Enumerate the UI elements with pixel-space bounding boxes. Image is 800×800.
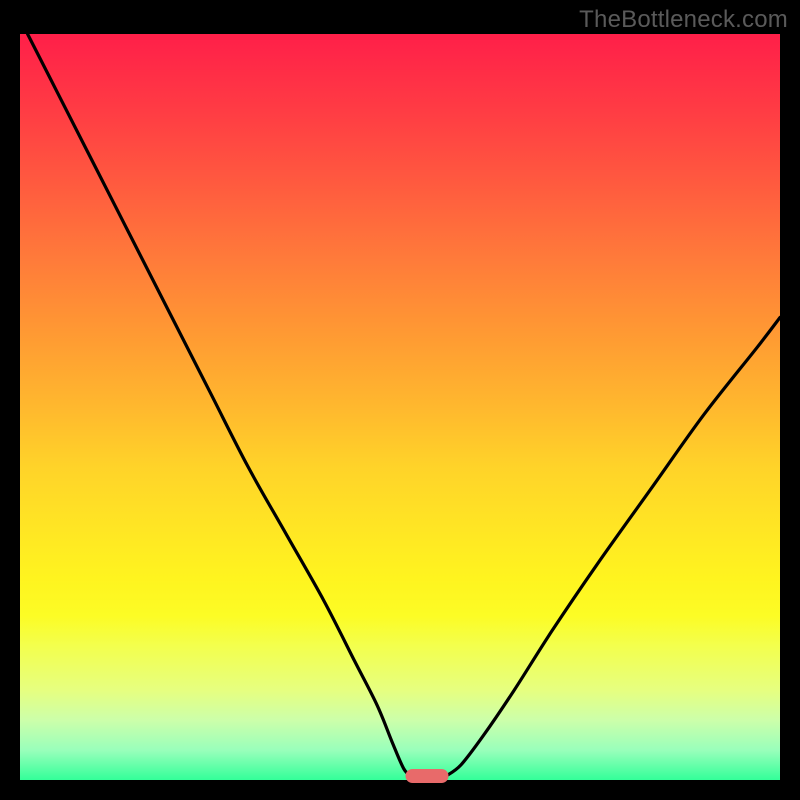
attribution-text: TheBottleneck.com [579, 6, 788, 34]
right-curve [446, 317, 780, 776]
bottleneck-marker [406, 769, 449, 783]
plot-area [20, 34, 780, 780]
chart-frame: TheBottleneck.com [0, 0, 800, 800]
left-curve [28, 34, 412, 776]
curve-svg [20, 34, 780, 780]
